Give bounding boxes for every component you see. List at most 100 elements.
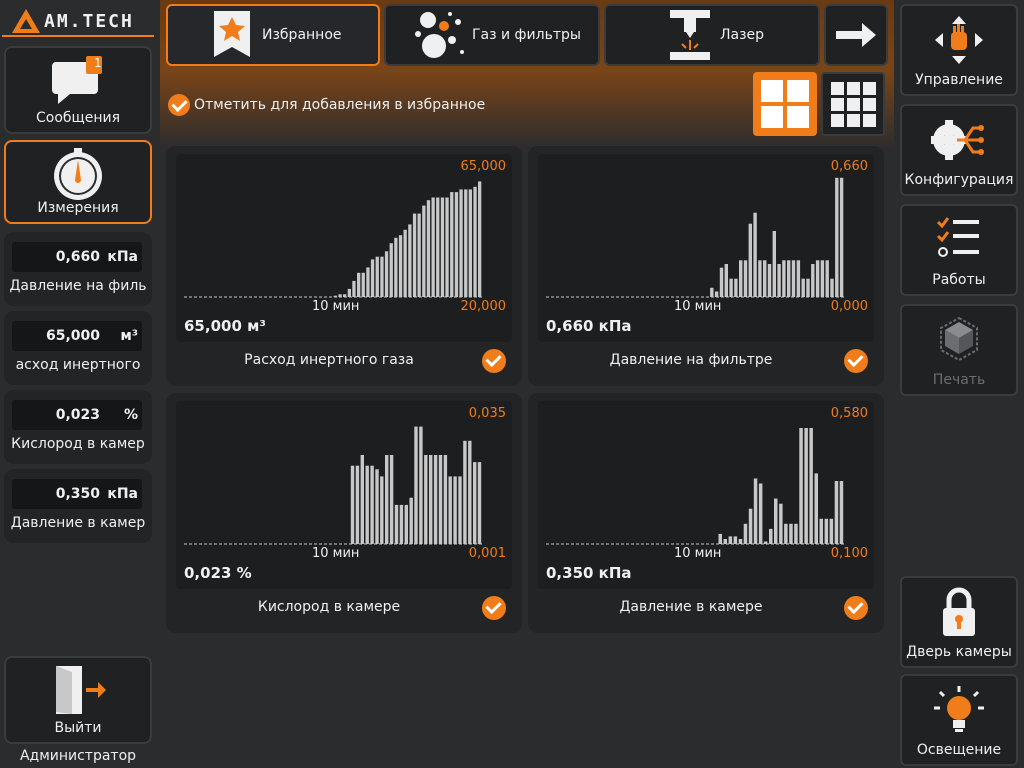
next-tabs-button[interactable]	[824, 4, 888, 66]
card-favorite-checkbox[interactable]	[844, 596, 868, 620]
control-label: Управление	[915, 72, 1003, 88]
measurement-item[interactable]: 0,660 кПа Давление на филь	[4, 232, 152, 306]
layout-3x3-button[interactable]	[821, 72, 885, 136]
chart-bar	[375, 469, 379, 544]
chart-current-value: 0,660 кПа	[546, 317, 632, 335]
chart-x-tick: 10 мин	[312, 546, 360, 561]
chart-bar	[404, 504, 408, 544]
chart-bar	[723, 539, 727, 544]
measurement-value-box: 0,660 кПа	[12, 242, 142, 272]
measurements-label: Измерения	[37, 200, 119, 216]
chart-bar	[394, 237, 398, 297]
chart-bar	[839, 177, 844, 297]
chart-bar	[399, 504, 404, 544]
chart-bar	[459, 189, 463, 297]
chart-bar	[719, 267, 724, 297]
control-button[interactable]: Управление	[900, 4, 1018, 96]
measurement-name: Давление на филь	[9, 278, 147, 294]
measurement-name: Кислород в камер	[11, 436, 145, 452]
left-sidebar: AM.TECH 1 Сообщения Измерения 0,660 кПа …	[0, 0, 160, 768]
chart-card[interactable]: 0,660 10 мин 0,000 0,660 кПа Давление на…	[528, 146, 884, 386]
tab-laser-label: Лазер	[720, 27, 765, 43]
chart-bar	[370, 465, 374, 544]
chart-bar	[753, 478, 758, 544]
chart-bar	[789, 523, 793, 544]
laser-icon	[670, 10, 710, 60]
measurement-name: Давление в камер	[10, 515, 146, 531]
current-user: Администратор	[19, 748, 137, 764]
chart-bar	[366, 267, 370, 297]
move-hand-icon	[935, 16, 983, 64]
measurement-item[interactable]: 65,000 м³ асход инертного	[4, 311, 152, 385]
chart-card[interactable]: 0,035 10 мин 0,001 0,023 % Кислород в ка…	[166, 393, 522, 633]
exit-door-icon	[56, 666, 106, 714]
chart-bar	[375, 256, 379, 297]
chart-ymin-label: 0,000	[830, 299, 868, 314]
chart-bar	[403, 229, 407, 297]
chart-bar	[426, 200, 431, 297]
chart-bar	[710, 287, 714, 297]
measurements-button[interactable]: Измерения	[4, 140, 152, 224]
chart-ymin-label: 0,001	[468, 546, 506, 561]
chart-bar	[815, 260, 820, 297]
chamber-door-button[interactable]: Дверь камеры	[900, 576, 1018, 668]
print-button[interactable]: Печать	[900, 304, 1018, 396]
logout-label: Выйти	[54, 720, 102, 736]
chart-bar	[343, 294, 347, 297]
chart-bar	[385, 455, 389, 544]
jobs-button[interactable]: Работы	[900, 204, 1018, 296]
chart-bar	[830, 278, 834, 297]
chart-bar	[445, 197, 449, 297]
tab-favorites-label: Избранное	[262, 27, 342, 43]
lighting-button[interactable]: Освещение	[900, 674, 1018, 766]
chart-bar	[763, 260, 767, 297]
chart-title: Давление в камере	[619, 599, 763, 615]
card-favorite-checkbox[interactable]	[482, 596, 506, 620]
chart-bar	[463, 440, 467, 544]
config-button[interactable]: Конфигурация	[900, 104, 1018, 196]
chart-card[interactable]: 0,580 10 мин 0,100 0,350 кПа Давление в …	[528, 393, 884, 633]
measurement-unit: м³	[120, 328, 138, 344]
grid-2x2-icon	[761, 80, 809, 128]
favorites-toggle[interactable]: Отметить для добавления в избранное	[168, 94, 485, 116]
chart-bar	[352, 280, 356, 297]
measurement-item[interactable]: 0,350 кПа Давление в камер	[4, 469, 152, 543]
measurement-unit: кПа	[107, 486, 138, 502]
measurement-value: 65,000	[45, 328, 100, 344]
chart-card[interactable]: 65,000 10 мин 20,000 65,000 м³ Расход ин…	[166, 146, 522, 386]
chart-bar	[801, 278, 805, 297]
logout-button[interactable]: Выйти	[4, 656, 152, 744]
chart-bar	[389, 455, 394, 544]
favorites-checkbox[interactable]	[168, 94, 190, 116]
chart-bar	[448, 476, 452, 544]
chart-bar	[820, 260, 825, 297]
chart-bar	[350, 465, 355, 544]
messages-button[interactable]: 1 Сообщения	[4, 46, 152, 134]
chart-bar	[380, 256, 384, 297]
logo: AM.TECH	[2, 4, 154, 38]
chart-bar	[743, 523, 748, 544]
measurement-unit: %	[123, 407, 138, 423]
tab-gas-filters[interactable]: Газ и фильтры	[384, 4, 600, 66]
layout-2x2-button[interactable]	[753, 72, 817, 136]
tab-laser[interactable]: Лазер	[604, 4, 820, 66]
config-label: Конфигурация	[904, 172, 1014, 188]
lighting-label: Освещение	[916, 742, 1002, 758]
star-bookmark-icon	[214, 11, 250, 57]
chart-bar	[748, 223, 752, 297]
chart-bar	[804, 428, 808, 544]
measurement-value-box: 0,350 кПа	[12, 479, 142, 509]
arrow-right-icon	[836, 23, 876, 47]
chart-bar	[450, 192, 454, 297]
measurement-item[interactable]: 0,023 % Кислород в камер	[4, 390, 152, 464]
messages-badge: 1	[94, 56, 102, 70]
card-favorite-checkbox[interactable]	[844, 349, 868, 373]
jobs-label: Работы	[932, 272, 986, 288]
tab-favorites[interactable]: Избранное	[166, 4, 380, 66]
chart-bar	[738, 539, 743, 544]
card-favorite-checkbox[interactable]	[482, 349, 506, 373]
chart-bar	[473, 462, 477, 544]
chart-bar	[389, 243, 393, 297]
chart-title: Кислород в камере	[257, 599, 401, 615]
measurement-value-box: 0,023 %	[12, 400, 142, 430]
